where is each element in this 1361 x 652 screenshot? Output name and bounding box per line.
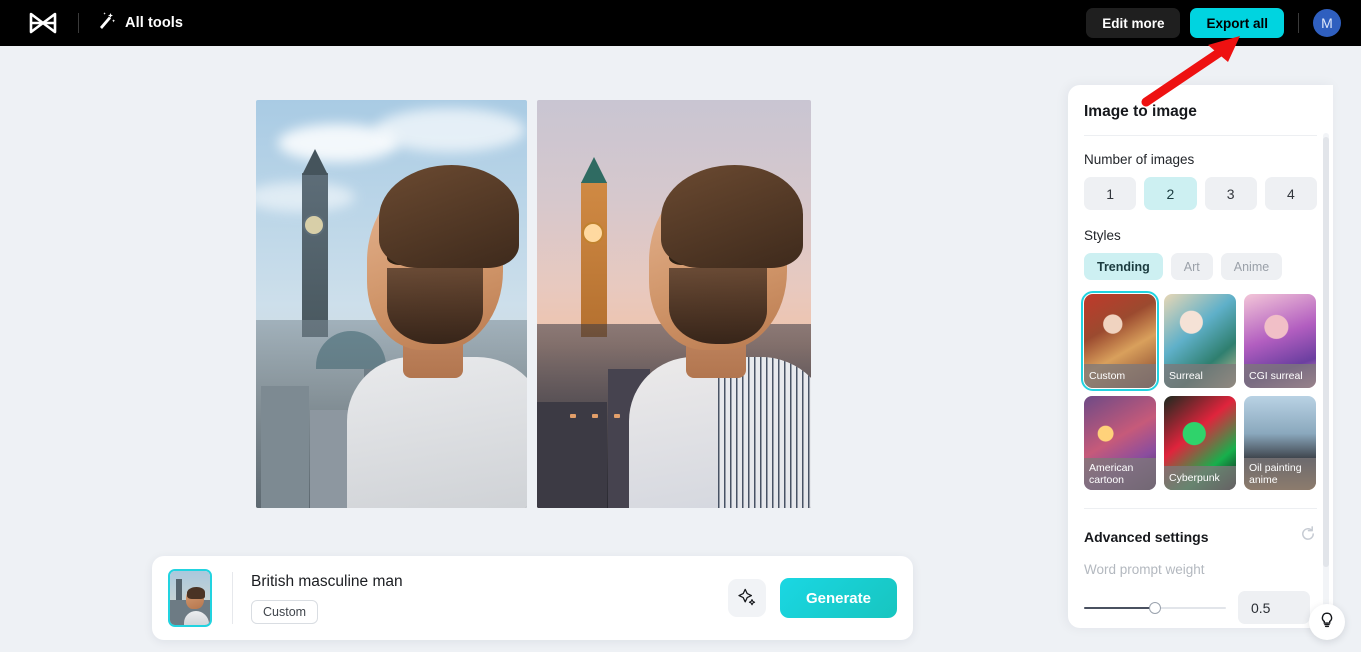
reset-icon[interactable] bbox=[1299, 525, 1317, 548]
magic-wand-icon bbox=[97, 11, 116, 35]
style-card-oil-painting-anime[interactable]: Oil painting anime bbox=[1244, 396, 1316, 490]
capcut-image-to-image-page: All tools Edit more Export all M British… bbox=[0, 0, 1361, 652]
export-all-button[interactable]: Export all bbox=[1190, 8, 1284, 38]
top-bar-divider-2 bbox=[1298, 13, 1299, 33]
sparkle-icon-button[interactable] bbox=[727, 579, 766, 617]
style-label-oil-painting-anime: Oil painting anime bbox=[1244, 457, 1316, 490]
image-to-image-panel: Image to image Number of images 1 2 3 4 … bbox=[1068, 85, 1333, 628]
top-bar: All tools Edit more Export all M bbox=[0, 0, 1361, 46]
prompt-divider bbox=[232, 572, 233, 624]
edit-more-button[interactable]: Edit more bbox=[1086, 8, 1181, 38]
number-of-images-group: 1 2 3 4 bbox=[1084, 177, 1317, 210]
style-label-cyberpunk: Cyberpunk bbox=[1164, 466, 1236, 490]
all-tools-button[interactable]: All tools bbox=[97, 11, 183, 35]
word-prompt-weight-slider[interactable] bbox=[1084, 600, 1226, 616]
style-card-cyberpunk[interactable]: Cyberpunk bbox=[1164, 396, 1236, 490]
image-2-figure bbox=[625, 165, 811, 508]
generated-image-2[interactable] bbox=[537, 100, 811, 508]
image-2-scene bbox=[537, 100, 811, 508]
style-card-cgi-surreal[interactable]: CGI surreal bbox=[1244, 294, 1316, 388]
help-button[interactable] bbox=[1309, 604, 1345, 640]
style-tab-anime[interactable]: Anime bbox=[1220, 253, 1283, 280]
prompt-bar: British masculine man Custom Generate bbox=[152, 556, 913, 640]
number-option-1[interactable]: 1 bbox=[1084, 177, 1137, 210]
word-prompt-weight-label: Word prompt weight bbox=[1084, 562, 1205, 577]
all-tools-label: All tools bbox=[125, 15, 184, 31]
advanced-settings-title: Advanced settings bbox=[1084, 528, 1209, 545]
style-card-custom[interactable]: Custom bbox=[1081, 291, 1159, 391]
avatar[interactable]: M bbox=[1313, 9, 1341, 37]
generated-image-1[interactable] bbox=[256, 100, 527, 508]
generate-button[interactable]: Generate bbox=[779, 578, 897, 618]
style-tab-art[interactable]: Art bbox=[1170, 253, 1213, 280]
styles-label: Styles bbox=[1084, 228, 1121, 243]
prompt-text-group: British masculine man Custom bbox=[251, 573, 728, 624]
style-label-surreal: Surreal bbox=[1164, 364, 1236, 388]
style-card-american-cartoon[interactable]: American cartoon bbox=[1084, 396, 1156, 490]
style-label-cgi-surreal: CGI surreal bbox=[1244, 364, 1316, 388]
image-1-scene bbox=[256, 100, 527, 508]
number-option-4[interactable]: 4 bbox=[1264, 177, 1317, 210]
number-of-images-label: Number of images bbox=[1084, 152, 1195, 167]
panel-scrollbar-thumb[interactable] bbox=[1323, 137, 1329, 567]
advanced-settings-header: Advanced settings bbox=[1084, 509, 1317, 562]
prompt-style-tag[interactable]: Custom bbox=[251, 599, 319, 624]
lightbulb-icon bbox=[1318, 611, 1336, 634]
number-option-2[interactable]: 2 bbox=[1144, 177, 1197, 210]
slider-knob[interactable] bbox=[1149, 601, 1161, 614]
prompt-input[interactable]: British masculine man bbox=[251, 573, 728, 591]
slider-fill bbox=[1084, 606, 1155, 609]
source-image-thumbnail[interactable] bbox=[168, 569, 212, 627]
style-tab-trending[interactable]: Trending bbox=[1084, 253, 1163, 280]
top-bar-divider bbox=[78, 13, 79, 33]
style-card-surreal[interactable]: Surreal bbox=[1164, 294, 1236, 388]
style-grid: Custom Surreal CGI surreal American cart… bbox=[1081, 291, 1317, 490]
style-label-american-cartoon: American cartoon bbox=[1084, 457, 1156, 490]
panel-title: Image to image bbox=[1084, 103, 1197, 120]
results-grid bbox=[256, 100, 811, 508]
style-tabs: Trending Art Anime bbox=[1084, 253, 1317, 280]
capcut-logo-icon[interactable] bbox=[26, 6, 60, 40]
sparkle-icon bbox=[737, 587, 757, 610]
style-label-custom: Custom bbox=[1084, 364, 1156, 388]
image-1-figure bbox=[343, 165, 527, 508]
word-prompt-weight-row: 0.5 bbox=[1084, 591, 1317, 624]
word-prompt-weight-value[interactable]: 0.5 bbox=[1238, 591, 1310, 624]
panel-divider bbox=[1084, 135, 1317, 136]
number-option-3[interactable]: 3 bbox=[1204, 177, 1257, 210]
